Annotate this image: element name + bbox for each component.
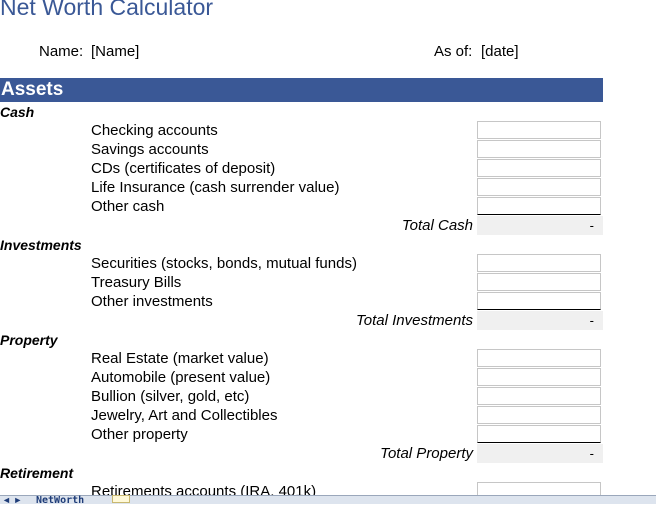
input-cell[interactable]: [477, 273, 601, 291]
input-cell[interactable]: [477, 406, 601, 424]
sheet-tab-networth[interactable]: NetWorth: [36, 495, 84, 506]
list-item: Life Insurance (cash surrender value): [91, 179, 340, 196]
section-heading-property: Property: [0, 332, 58, 348]
list-item: Automobile (present value): [91, 369, 271, 386]
input-cell[interactable]: [477, 197, 601, 215]
date-field[interactable]: [date]: [481, 43, 519, 60]
total-value-investments[interactable]: -: [477, 311, 603, 330]
input-cell[interactable]: [477, 178, 601, 196]
total-label-cash: Total Cash: [401, 217, 473, 234]
assets-heading: Assets: [1, 79, 64, 100]
tab-scroll-arrows-icon[interactable]: ◄ ►: [2, 495, 22, 505]
asof-label: As of:: [434, 43, 473, 60]
name-field[interactable]: [Name]: [91, 43, 139, 60]
list-item: Savings accounts: [91, 141, 209, 158]
input-cell[interactable]: [477, 140, 601, 158]
name-label: Name:: [39, 43, 84, 60]
list-item: Checking accounts: [91, 122, 218, 139]
input-cell[interactable]: [477, 159, 601, 177]
input-cell[interactable]: [477, 368, 601, 386]
input-cell[interactable]: [477, 349, 601, 367]
total-label-property: Total Property: [380, 445, 473, 462]
input-cell[interactable]: [477, 387, 601, 405]
section-heading-investments: Investments: [0, 237, 82, 253]
total-value-property[interactable]: -: [477, 444, 603, 463]
list-item: Bullion (silver, gold, etc): [91, 388, 250, 405]
list-item: Jewelry, Art and Collectibles: [91, 407, 278, 424]
input-cell[interactable]: [477, 425, 601, 443]
list-item: Other property: [91, 426, 188, 443]
input-cell[interactable]: [477, 121, 601, 139]
list-item: Other cash: [91, 198, 165, 215]
list-item: Securities (stocks, bonds, mutual funds): [91, 255, 357, 272]
section-heading-cash: Cash: [0, 104, 35, 120]
section-heading-retirement: Retirement: [0, 465, 74, 481]
total-value-cash[interactable]: -: [477, 216, 603, 235]
total-label-investments: Total Investments: [355, 312, 473, 329]
insert-sheet-icon[interactable]: [112, 495, 130, 503]
input-cell[interactable]: [477, 254, 601, 272]
assets-header-bar: [0, 78, 603, 102]
list-item: Real Estate (market value): [91, 350, 269, 367]
list-item: Other investments: [91, 293, 213, 310]
input-cell[interactable]: [477, 292, 601, 310]
list-item: CDs (certificates of deposit): [91, 160, 276, 177]
page-title: Net Worth Calculator: [0, 0, 214, 20]
list-item: Treasury Bills: [91, 274, 182, 291]
